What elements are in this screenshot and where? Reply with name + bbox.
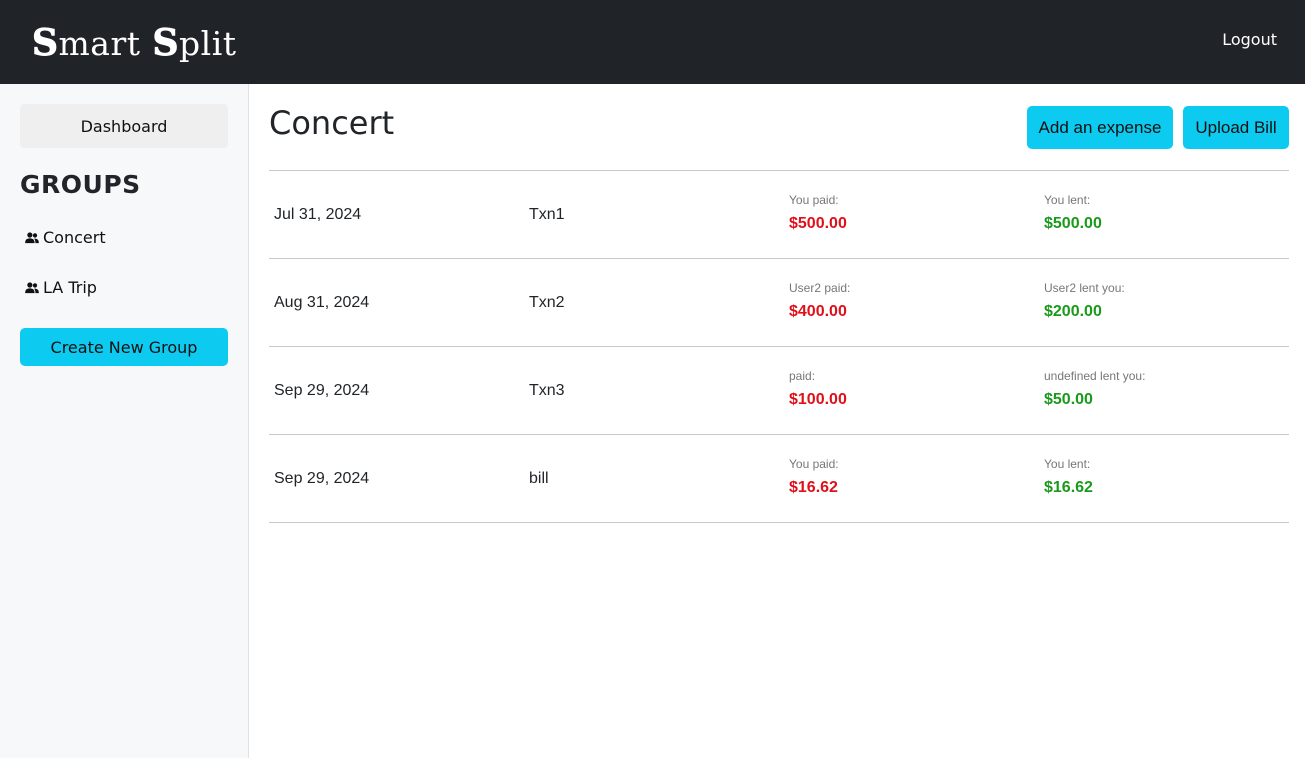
lent-column: User2 lent you: $200.00 <box>1044 281 1125 321</box>
sidebar-item-label: Concert <box>43 228 106 247</box>
lent-column: You lent: $16.62 <box>1044 457 1093 497</box>
brand-logo[interactable]: S mart S plit <box>32 22 237 65</box>
paid-amount: $500.00 <box>789 215 847 232</box>
people-icon <box>25 281 39 293</box>
transaction-date: Aug 31, 2024 <box>274 294 370 311</box>
dashboard-button[interactable]: Dashboard <box>20 104 228 148</box>
lent-amount: $16.62 <box>1044 479 1093 496</box>
sidebar-item-la-trip[interactable]: LA Trip <box>25 278 97 297</box>
transaction-name: Txn2 <box>529 294 565 311</box>
lent-amount: $50.00 <box>1044 391 1093 408</box>
paid-label: You paid: <box>789 457 839 471</box>
brand-word-smart: S mart <box>32 22 141 65</box>
lent-amount: $500.00 <box>1044 215 1102 232</box>
transaction-name: Txn3 <box>529 382 565 399</box>
lent-label: You lent: <box>1044 457 1091 471</box>
transaction-name: Txn1 <box>529 206 565 223</box>
lent-column: You lent: $500.00 <box>1044 193 1102 233</box>
transaction-row[interactable]: Sep 29, 2024 Txn3 paid: $100.00 undefine… <box>269 347 1289 435</box>
transaction-row[interactable]: Jul 31, 2024 Txn1 You paid: $500.00 You … <box>269 171 1289 259</box>
paid-column: paid: $100.00 <box>789 369 847 409</box>
brand-text: mart <box>58 23 141 63</box>
paid-label: You paid: <box>789 193 839 207</box>
lent-amount: $200.00 <box>1044 303 1102 320</box>
page-title: Concert <box>269 104 395 142</box>
main-content: Concert Add an expense Upload Bill Jul 3… <box>269 84 1289 758</box>
top-navbar: S mart S plit Logout <box>0 0 1305 84</box>
transaction-row[interactable]: Sep 29, 2024 bill You paid: $16.62 You l… <box>269 435 1289 523</box>
brand-text: plit <box>179 23 237 63</box>
paid-label: paid: <box>789 369 816 383</box>
transaction-name: bill <box>529 470 549 487</box>
brand-word-split: S plit <box>152 22 237 65</box>
brand-initial-s: S <box>152 22 180 65</box>
sidebar: Dashboard GROUPS Concert LA Trip Create … <box>0 84 249 758</box>
create-group-button[interactable]: Create New Group <box>20 328 228 366</box>
paid-amount: $100.00 <box>789 391 847 408</box>
lent-column: undefined lent you: $50.00 <box>1044 369 1145 409</box>
paid-column: You paid: $16.62 <box>789 457 839 497</box>
transaction-row[interactable]: Aug 31, 2024 Txn2 User2 paid: $400.00 Us… <box>269 259 1289 347</box>
transaction-list: Jul 31, 2024 Txn1 You paid: $500.00 You … <box>269 171 1289 523</box>
brand-initial-s: S <box>32 22 59 65</box>
paid-amount: $16.62 <box>789 479 838 496</box>
paid-column: You paid: $500.00 <box>789 193 847 233</box>
transaction-date: Sep 29, 2024 <box>274 382 370 399</box>
paid-label: User2 paid: <box>789 281 851 295</box>
sidebar-item-label: LA Trip <box>43 278 97 297</box>
add-expense-button[interactable]: Add an expense <box>1027 106 1173 149</box>
lent-label: undefined lent you: <box>1044 369 1146 383</box>
transaction-date: Sep 29, 2024 <box>274 470 370 487</box>
sidebar-item-concert[interactable]: Concert <box>25 228 106 247</box>
transaction-date: Jul 31, 2024 <box>274 206 362 223</box>
people-icon <box>25 231 39 243</box>
groups-heading: GROUPS <box>20 170 141 199</box>
paid-column: User2 paid: $400.00 <box>789 281 850 321</box>
logout-link[interactable]: Logout <box>1222 30 1277 49</box>
lent-label: You lent: <box>1044 193 1091 207</box>
upload-bill-button[interactable]: Upload Bill <box>1183 106 1289 149</box>
paid-amount: $400.00 <box>789 303 847 320</box>
lent-label: User2 lent you: <box>1044 281 1125 295</box>
